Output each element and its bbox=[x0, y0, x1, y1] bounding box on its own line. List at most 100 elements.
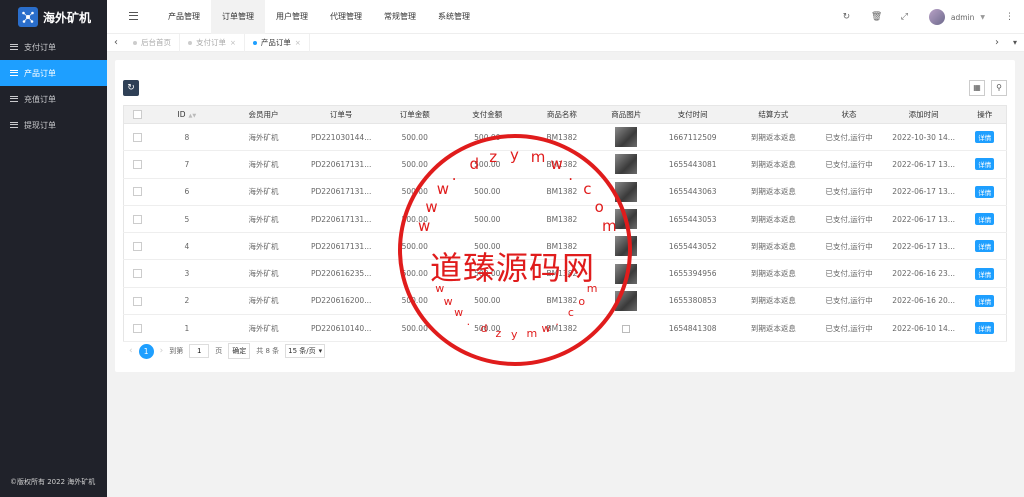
next-page-icon[interactable]: › bbox=[160, 346, 164, 356]
cell-product: BM1382 bbox=[524, 205, 600, 234]
tab-home[interactable]: 后台首页 bbox=[125, 34, 180, 52]
tab-dot bbox=[188, 41, 192, 45]
checkbox[interactable] bbox=[132, 242, 142, 252]
checkbox[interactable] bbox=[132, 296, 142, 306]
col-order-amount: 订单金额 bbox=[378, 105, 451, 124]
logo[interactable]: 海外矿机 bbox=[0, 0, 107, 34]
table-row[interactable]: 4 海外矿机 PD220617131... 500.00 500.00 BM1382 165… bbox=[123, 232, 1007, 261]
tab-product-orders[interactable]: 产品订单 × bbox=[245, 34, 310, 52]
detail-button[interactable]: 详情 bbox=[975, 322, 995, 335]
topnav-general-management[interactable]: 常规管理 bbox=[373, 0, 427, 34]
user-menu[interactable]: admin ▼ bbox=[928, 9, 985, 25]
col-id[interactable]: ID ▲▼ bbox=[150, 105, 224, 124]
cell-pay-amount: 500.00 bbox=[450, 232, 525, 261]
checkbox[interactable] bbox=[132, 132, 142, 142]
topnav-order-management[interactable]: 订单管理 bbox=[211, 0, 265, 34]
chevron-left-icon[interactable]: ‹ bbox=[107, 34, 125, 52]
product-image[interactable] bbox=[615, 290, 638, 311]
page-size-select[interactable]: 15 条/页 ▾ bbox=[285, 344, 326, 358]
cell-order-no: PD221030144... bbox=[303, 123, 379, 152]
cell-id: 3 bbox=[150, 259, 224, 288]
checkbox[interactable] bbox=[132, 269, 142, 279]
cell-settle: 到期返本返息 bbox=[732, 287, 815, 316]
trash-icon[interactable]: 🗑 bbox=[871, 12, 882, 22]
refresh-icon[interactable]: ↻ bbox=[842, 12, 851, 22]
fullscreen-icon[interactable]: ⤢ bbox=[900, 12, 909, 22]
checkbox[interactable] bbox=[132, 187, 142, 197]
sort-icon[interactable]: ▲▼ bbox=[189, 113, 197, 119]
chevron-down-icon[interactable]: ▾ bbox=[1006, 34, 1024, 52]
product-image[interactable] bbox=[615, 154, 638, 175]
row-select-cell bbox=[123, 123, 151, 152]
cell-settle: 到期返本返息 bbox=[732, 232, 815, 261]
detail-button[interactable]: 详情 bbox=[975, 158, 995, 171]
sidebar-item-recharge-orders[interactable]: 充值订单 bbox=[0, 86, 107, 112]
topnav-product-management[interactable]: 产品管理 bbox=[157, 0, 211, 34]
menu-toggle-icon[interactable] bbox=[129, 12, 138, 20]
checkbox[interactable] bbox=[132, 214, 142, 224]
chevron-right-icon[interactable]: › bbox=[988, 34, 1006, 52]
goto-page-input[interactable] bbox=[189, 344, 210, 358]
table-row[interactable]: 5 海外矿机 PD220617131... 500.00 500.00 BM1382 165… bbox=[123, 205, 1007, 234]
table-row[interactable]: 1 海外矿机 PD220610140... 500.00 500.00 BM1382 165… bbox=[123, 314, 1007, 343]
product-image[interactable] bbox=[615, 236, 638, 257]
cell-product: BM1382 bbox=[524, 232, 600, 261]
product-image[interactable] bbox=[615, 209, 638, 230]
sidebar-item-withdraw-orders[interactable]: 提现订单 bbox=[0, 112, 107, 138]
table-row[interactable]: 3 海外矿机 PD220616235... 500.00 500.00 BM1382 165… bbox=[123, 259, 1007, 288]
detail-button[interactable]: 详情 bbox=[975, 294, 995, 307]
total-count: 共 8 条 bbox=[256, 347, 280, 355]
topnav-system-management[interactable]: 系统管理 bbox=[427, 0, 481, 34]
detail-button[interactable]: 详情 bbox=[975, 240, 995, 253]
table-row[interactable]: 7 海外矿机 PD220617131... 500.00 500.00 BM1382 165… bbox=[123, 150, 1007, 179]
cell-pay-time: 1654841308 bbox=[652, 314, 733, 343]
cell-action: 详情 bbox=[963, 232, 1007, 261]
cell-order-no: PD220617131... bbox=[303, 232, 379, 261]
close-icon[interactable]: × bbox=[230, 34, 236, 52]
detail-button[interactable]: 详情 bbox=[975, 267, 995, 280]
topnav-user-management[interactable]: 用户管理 bbox=[265, 0, 319, 34]
col-label: ID bbox=[177, 110, 186, 119]
product-image[interactable] bbox=[615, 263, 638, 284]
checkbox[interactable] bbox=[132, 323, 142, 333]
confirm-button[interactable]: 确定 bbox=[228, 343, 251, 359]
cell-added: 2022-06-10 14... bbox=[883, 314, 964, 343]
checkbox[interactable] bbox=[132, 110, 142, 120]
prev-page-icon[interactable]: ‹ bbox=[129, 346, 133, 356]
cell-product-image bbox=[599, 150, 653, 179]
cell-action: 详情 bbox=[963, 287, 1007, 316]
page-current[interactable]: 1 bbox=[138, 343, 154, 359]
sidebar-item-product-orders[interactable]: 产品订单 bbox=[0, 60, 107, 86]
topnav-agent-management[interactable]: 代理管理 bbox=[319, 0, 373, 34]
product-image[interactable] bbox=[615, 127, 638, 148]
sidebar-item-payment-orders[interactable]: 支付订单 bbox=[0, 34, 107, 60]
tab-payment-orders[interactable]: 支付订单 × bbox=[180, 34, 245, 52]
cell-status: 已支付,运行中 bbox=[814, 205, 884, 234]
table-row[interactable]: 8 海外矿机 PD221030144... 500.00 500.00 BM1382 166… bbox=[123, 123, 1007, 152]
cell-product-image bbox=[599, 287, 653, 316]
detail-button[interactable]: 详情 bbox=[975, 131, 995, 144]
select-all-header[interactable] bbox=[123, 105, 151, 124]
table-body: 8 海外矿机 PD221030144... 500.00 500.00 BM1382 166… bbox=[123, 123, 1007, 343]
col-order-no: 订单号 bbox=[303, 105, 379, 124]
tab-dot bbox=[133, 41, 137, 45]
checkbox[interactable] bbox=[132, 160, 142, 170]
table-row[interactable]: 2 海外矿机 PD220616200... 500.00 500.00 BM1382 165… bbox=[123, 287, 1007, 316]
detail-button[interactable]: 详情 bbox=[975, 185, 995, 198]
refresh-button[interactable]: ↻ bbox=[123, 80, 139, 96]
col-product-name: 商品名称 bbox=[524, 105, 600, 124]
cell-order-no: PD220610140... bbox=[303, 314, 379, 343]
detail-button[interactable]: 详情 bbox=[975, 213, 995, 226]
table-row[interactable]: 6 海外矿机 PD220617131... 500.00 500.00 BM1382 165… bbox=[123, 178, 1007, 206]
col-product-image: 商品图片 bbox=[599, 105, 653, 124]
cell-product-image bbox=[599, 123, 653, 152]
close-icon[interactable]: × bbox=[295, 34, 301, 52]
more-icon[interactable]: ⋮ bbox=[1005, 12, 1014, 22]
row-select-cell bbox=[123, 150, 151, 179]
cell-product: BM1382 bbox=[524, 259, 600, 288]
columns-filter-icon[interactable]: ▦ bbox=[969, 80, 985, 96]
search-icon[interactable]: ⚲ bbox=[991, 80, 1007, 96]
row-select-cell bbox=[123, 314, 151, 343]
row-select-cell bbox=[123, 232, 151, 261]
product-image[interactable] bbox=[615, 181, 638, 202]
